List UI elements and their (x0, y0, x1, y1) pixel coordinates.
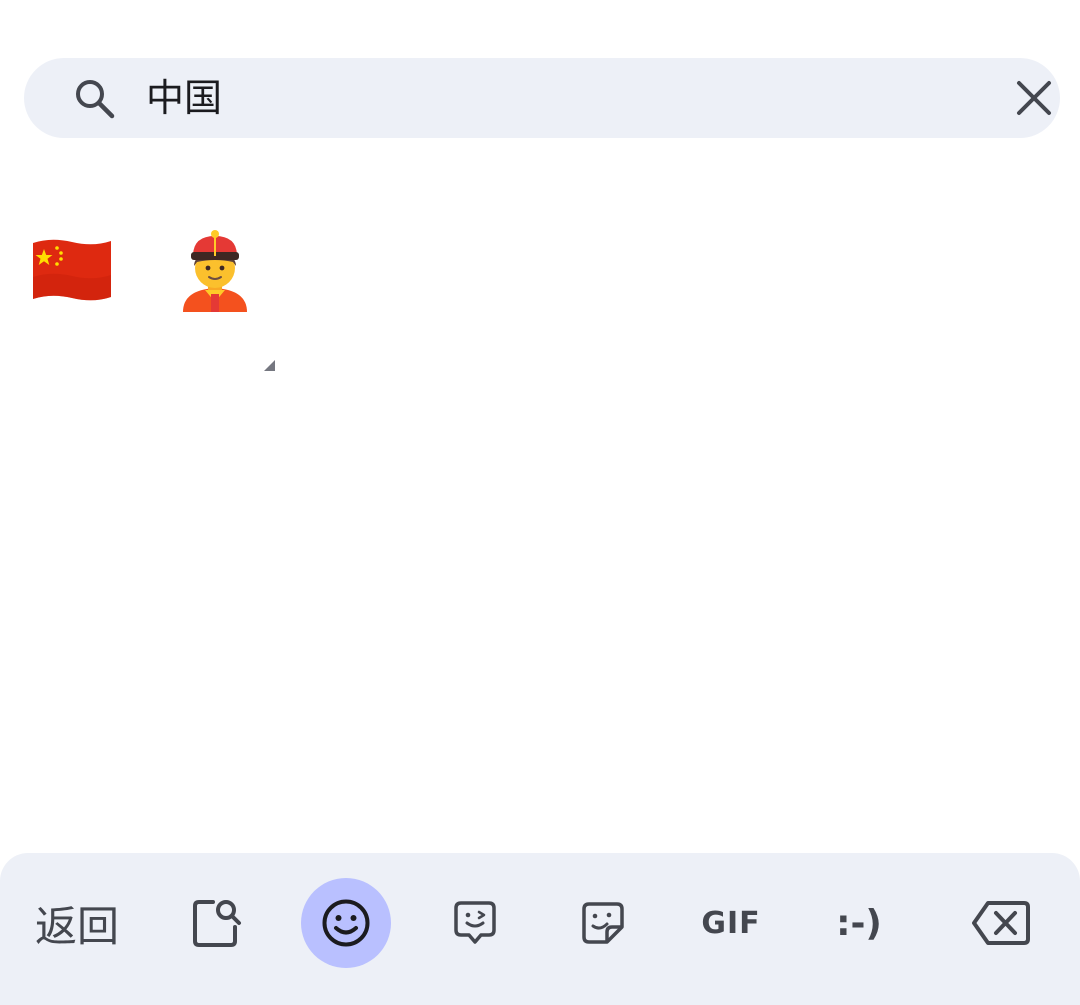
backspace-icon (972, 901, 1030, 945)
emoji-result-flag-china[interactable] (22, 220, 122, 320)
tab-stickers[interactable] (558, 878, 648, 968)
image-search-icon (193, 900, 241, 947)
delete-button[interactable] (956, 878, 1046, 968)
back-button[interactable]: 返回 (24, 878, 130, 968)
emoji-category-bar: 返回 GIF:-) (0, 853, 1080, 1005)
emoji-search-bar[interactable]: 中国 (24, 58, 1060, 138)
search-input[interactable]: 中国 (146, 74, 222, 122)
emoji-results (0, 200, 1080, 360)
china-flag-icon (33, 239, 111, 301)
sticker-icon (582, 902, 624, 944)
tab-image-search[interactable] (172, 878, 262, 968)
clear-search-button[interactable] (1004, 68, 1064, 128)
bitmoji-icon (454, 901, 496, 944)
emoji-keyboard-search-screen: 中国 返回 GIF:-) (0, 0, 1080, 1005)
tab-gif[interactable]: GIF (686, 878, 776, 968)
smiley-icon (322, 899, 370, 947)
person-with-skullcap-icon (183, 230, 247, 312)
tab-emoticons[interactable]: :-) (814, 878, 904, 968)
tab-emoji[interactable] (301, 878, 391, 968)
skin-tone-variant-indicator (264, 360, 275, 371)
emoji-result-person-with-skullcap[interactable] (165, 220, 265, 320)
close-icon (1017, 81, 1051, 115)
search-icon (76, 80, 115, 119)
tab-bitmoji[interactable] (430, 878, 520, 968)
